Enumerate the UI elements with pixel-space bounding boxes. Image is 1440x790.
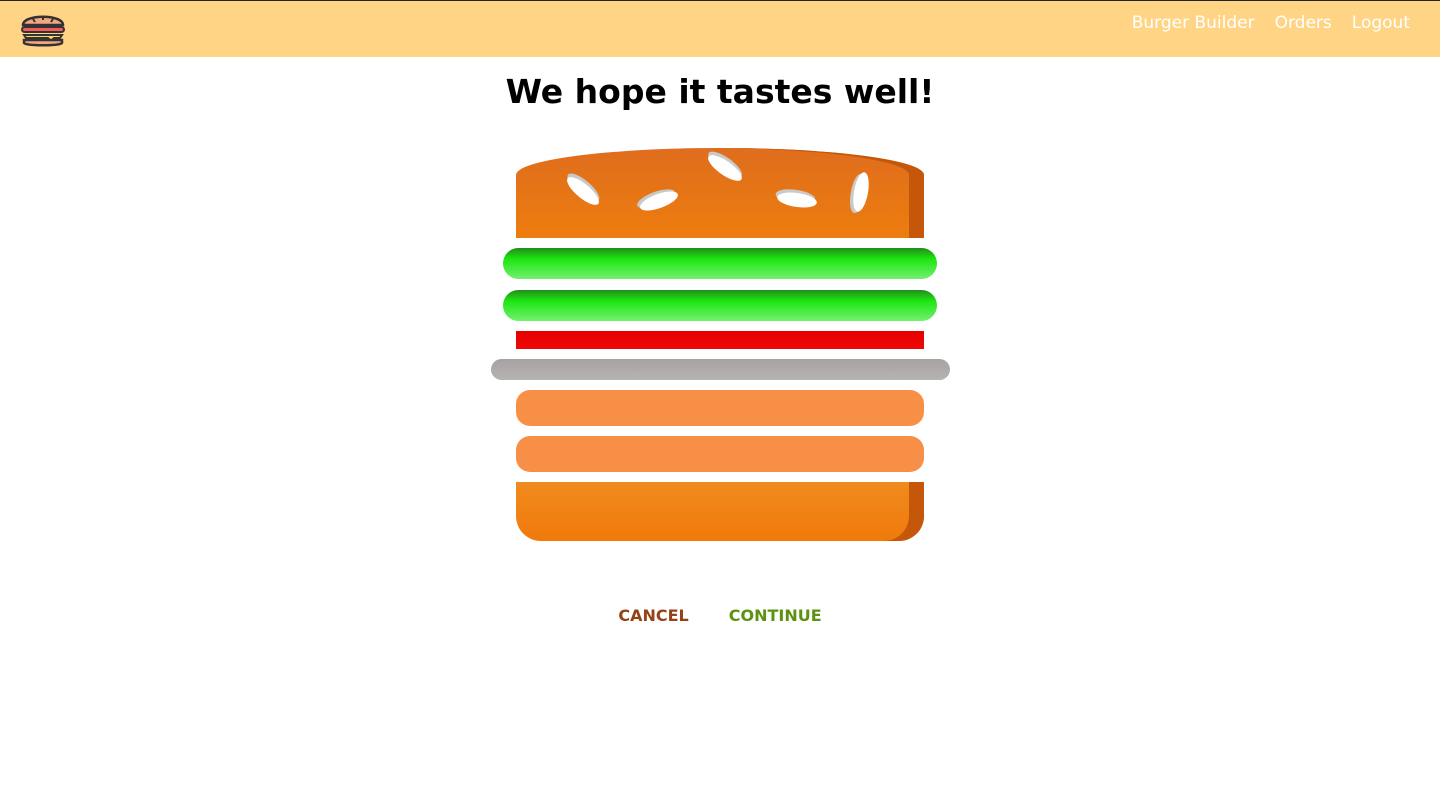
ingredient-bread-bottom [516, 482, 924, 541]
nav-item-logout: Logout [1352, 13, 1410, 33]
nav-link-orders[interactable]: Orders [1275, 13, 1332, 33]
ingredient-meat [516, 390, 924, 426]
ingredient-salad [503, 248, 937, 279]
seed-icon [850, 171, 872, 213]
nav-link-logout[interactable]: Logout [1352, 13, 1410, 33]
cancel-button[interactable]: CANCEL [618, 606, 688, 625]
continue-button[interactable]: CONTINUE [729, 606, 822, 625]
checkout-actions: CANCEL CONTINUE [0, 606, 1440, 625]
ingredient-meat [516, 436, 924, 472]
toolbar: Burger Builder Orders Logout [0, 0, 1440, 57]
nav-item-orders: Orders [1275, 13, 1332, 33]
ingredient-salad [503, 290, 937, 321]
seed-icon [704, 150, 746, 186]
seed-icon [776, 190, 818, 210]
seed-icon [563, 172, 603, 210]
burger-logo-icon[interactable] [20, 11, 66, 49]
ingredient-bread-top [516, 148, 924, 238]
page-title: We hope it tastes well! [505, 72, 935, 111]
nav-link-burger-builder[interactable]: Burger Builder [1132, 13, 1255, 33]
burger-preview [491, 146, 951, 546]
main-navigation: Burger Builder Orders Logout [1132, 1, 1410, 45]
ingredient-cheese [491, 359, 950, 380]
ingredient-bacon [516, 331, 924, 349]
nav-item-burger-builder: Burger Builder [1132, 13, 1255, 33]
seed-icon [637, 187, 681, 215]
